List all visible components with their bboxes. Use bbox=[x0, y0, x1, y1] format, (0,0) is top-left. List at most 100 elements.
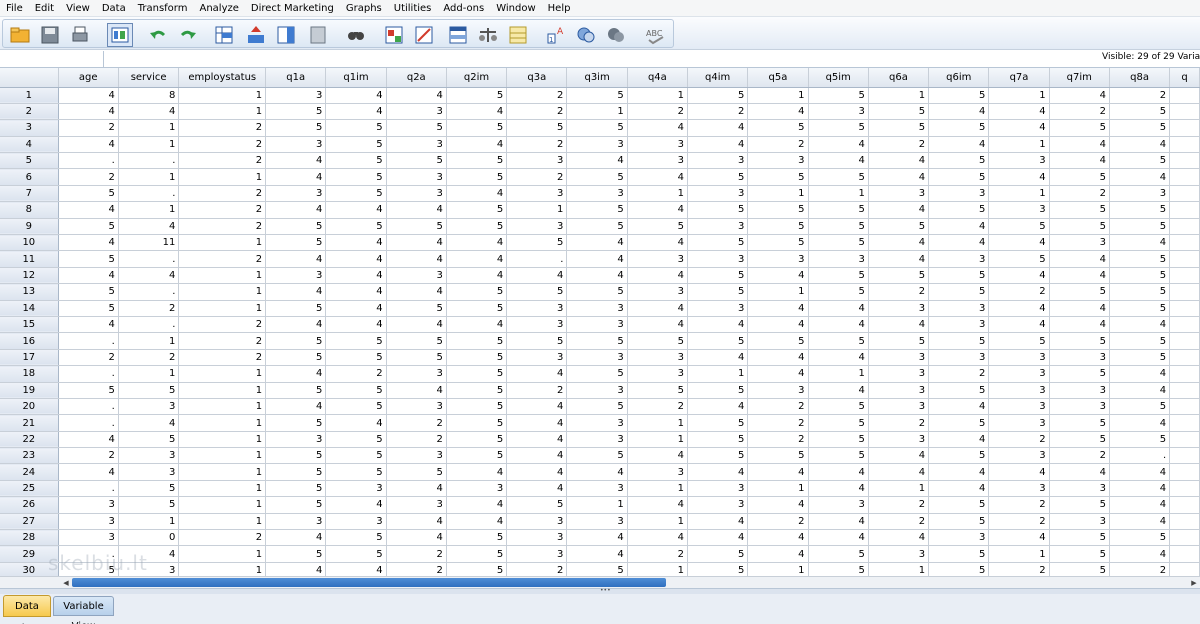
data-cell[interactable]: 4 bbox=[988, 234, 1050, 252]
data-cell[interactable]: 5 bbox=[1109, 431, 1171, 449]
data-cell[interactable]: 1 bbox=[566, 103, 628, 121]
data-cell[interactable]: 2 bbox=[687, 103, 749, 121]
data-cell[interactable] bbox=[1169, 349, 1200, 367]
data-cell[interactable]: 5 bbox=[265, 119, 327, 137]
data-cell[interactable]: 4 bbox=[1049, 316, 1110, 334]
data-cell[interactable]: 4 bbox=[988, 267, 1050, 285]
data-cell[interactable]: 1 bbox=[566, 496, 628, 514]
data-cell[interactable]: 2 bbox=[178, 152, 267, 170]
data-cell[interactable]: 3 bbox=[747, 250, 809, 268]
data-cell[interactable]: 3 bbox=[506, 513, 568, 531]
data-cell[interactable]: 4 bbox=[118, 267, 180, 285]
data-cell[interactable] bbox=[1169, 562, 1200, 576]
variables-icon[interactable] bbox=[273, 23, 299, 47]
data-cell[interactable]: 5 bbox=[687, 562, 749, 576]
data-cell[interactable]: 5 bbox=[747, 119, 809, 137]
data-cell[interactable]: 3 bbox=[988, 152, 1050, 170]
data-cell[interactable]: 5 bbox=[868, 267, 930, 285]
data-cell[interactable]: . bbox=[58, 332, 119, 350]
data-cell[interactable]: 2 bbox=[747, 398, 809, 416]
data-cell[interactable]: 3 bbox=[118, 447, 180, 465]
data-cell[interactable]: 5 bbox=[687, 267, 749, 285]
data-cell[interactable]: 4 bbox=[1109, 168, 1171, 186]
data-cell[interactable]: 2 bbox=[988, 431, 1050, 449]
data-cell[interactable]: 4 bbox=[687, 136, 749, 154]
data-cell[interactable]: 2 bbox=[868, 283, 930, 301]
data-cell[interactable] bbox=[1169, 463, 1200, 481]
data-cell[interactable]: 5 bbox=[446, 201, 508, 219]
data-cell[interactable]: 5 bbox=[988, 250, 1050, 268]
data-cell[interactable]: 1 bbox=[178, 267, 267, 285]
data-cell[interactable]: 4 bbox=[627, 300, 688, 317]
data-cell[interactable]: 4 bbox=[1109, 382, 1171, 399]
data-cell[interactable]: 5 bbox=[868, 103, 930, 121]
data-cell[interactable]: 4 bbox=[928, 136, 990, 154]
data-cell[interactable]: 5 bbox=[386, 463, 447, 481]
data-cell[interactable]: . bbox=[118, 283, 180, 301]
row-number[interactable]: 24 bbox=[0, 463, 59, 481]
row-number[interactable]: 25 bbox=[0, 480, 59, 498]
scroll-right-arrow-icon[interactable]: ▶ bbox=[1188, 577, 1200, 588]
data-cell[interactable]: 5 bbox=[1049, 496, 1110, 514]
menu-add-ons[interactable]: Add-ons bbox=[437, 0, 490, 17]
data-cell[interactable]: 2 bbox=[868, 496, 930, 514]
data-cell[interactable]: 3 bbox=[687, 185, 749, 203]
data-cell[interactable]: 4 bbox=[386, 480, 447, 498]
data-cell[interactable]: 4 bbox=[627, 529, 688, 547]
data-cell[interactable]: 2 bbox=[386, 431, 447, 449]
data-cell[interactable]: 4 bbox=[928, 398, 990, 416]
data-cell[interactable]: 4 bbox=[1109, 234, 1171, 252]
data-cell[interactable]: 3 bbox=[58, 529, 119, 547]
menu-utilities[interactable]: Utilities bbox=[388, 0, 438, 17]
data-cell[interactable]: 5 bbox=[506, 283, 568, 301]
open-folder-icon[interactable] bbox=[7, 23, 33, 47]
data-cell[interactable]: 1 bbox=[118, 168, 180, 186]
run-descriptives-icon[interactable] bbox=[305, 23, 331, 47]
data-cell[interactable]: 3 bbox=[386, 168, 447, 186]
data-cell[interactable]: 5 bbox=[566, 218, 628, 236]
data-cell[interactable]: 4 bbox=[687, 463, 749, 481]
data-cell[interactable]: 5 bbox=[265, 382, 327, 399]
data-cell[interactable]: 1 bbox=[178, 283, 267, 301]
data-cell[interactable]: 5 bbox=[808, 332, 869, 350]
data-cell[interactable]: 5 bbox=[687, 87, 749, 104]
data-cell[interactable]: 3 bbox=[808, 496, 869, 514]
data-cell[interactable]: 3 bbox=[506, 152, 568, 170]
data-cell[interactable]: 1 bbox=[178, 496, 267, 514]
row-number[interactable]: 8 bbox=[0, 201, 59, 219]
undo-icon[interactable] bbox=[145, 23, 171, 47]
data-cell[interactable]: 5 bbox=[868, 332, 930, 350]
data-cell[interactable]: 4 bbox=[265, 283, 327, 301]
spelling-icon[interactable]: ABC bbox=[643, 23, 669, 47]
data-cell[interactable]: 1 bbox=[747, 185, 809, 203]
data-cell[interactable]: 3 bbox=[928, 529, 990, 547]
row-number[interactable]: 17 bbox=[0, 349, 59, 367]
data-cell[interactable]: 4 bbox=[1049, 250, 1110, 268]
data-cell[interactable] bbox=[1169, 250, 1200, 268]
data-cell[interactable]: 1 bbox=[178, 234, 267, 252]
data-cell[interactable] bbox=[1169, 267, 1200, 285]
grid-corner[interactable] bbox=[0, 68, 59, 88]
data-cell[interactable]: 5 bbox=[58, 300, 119, 317]
row-number[interactable]: 10 bbox=[0, 234, 59, 252]
data-cell[interactable]: 4 bbox=[1109, 414, 1171, 432]
data-cell[interactable]: 1 bbox=[808, 365, 869, 383]
data-cell[interactable]: 4 bbox=[928, 103, 990, 121]
data-cell[interactable]: 1 bbox=[868, 87, 930, 104]
data-cell[interactable]: 2 bbox=[868, 414, 930, 432]
data-cell[interactable]: 5 bbox=[446, 398, 508, 416]
data-cell[interactable]: 4 bbox=[446, 463, 508, 481]
data-cell[interactable]: 1 bbox=[178, 103, 267, 121]
data-cell[interactable]: 4 bbox=[446, 316, 508, 334]
data-cell[interactable]: 5 bbox=[265, 349, 327, 367]
data-cell[interactable]: 4 bbox=[265, 562, 327, 576]
redo-icon[interactable] bbox=[175, 23, 201, 47]
data-cell[interactable]: 5 bbox=[58, 218, 119, 236]
data-cell[interactable]: 5 bbox=[1049, 365, 1110, 383]
data-cell[interactable]: 4 bbox=[265, 168, 327, 186]
column-header-age[interactable]: age bbox=[58, 68, 119, 88]
data-cell[interactable]: 3 bbox=[506, 300, 568, 317]
data-cell[interactable]: 5 bbox=[446, 562, 508, 576]
data-cell[interactable]: 1 bbox=[118, 201, 180, 219]
data-cell[interactable]: 3 bbox=[506, 185, 568, 203]
